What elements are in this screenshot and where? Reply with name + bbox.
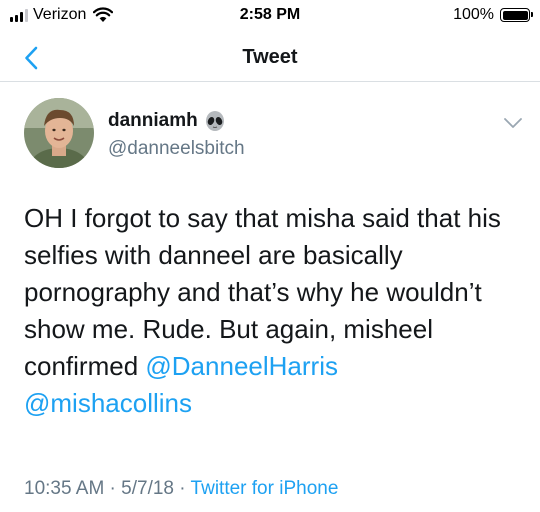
navigation-bar: Tweet (0, 34, 540, 82)
tweet-text: OH I forgot to say that misha said that … (24, 200, 529, 422)
tweet-header: danniamh @danneelsbitch (24, 98, 524, 178)
status-bar: Verizon 2:58 PM 100% (0, 0, 540, 34)
profile-photo (24, 98, 94, 168)
tweet-time: 10:35 AM (24, 478, 105, 499)
mention-link[interactable]: @DanneelHarris (145, 351, 338, 381)
page-title: Tweet (242, 46, 298, 68)
tweet-source-link[interactable]: Twitter for iPhone (191, 478, 339, 499)
tweet-date: 5/7/18 (121, 478, 174, 499)
status-right: 100% (453, 6, 533, 24)
chevron-down-icon[interactable] (502, 116, 524, 130)
meta-separator: · (104, 478, 122, 499)
meta-separator: · (174, 478, 191, 499)
user-handle[interactable]: @danneelsbitch (108, 138, 245, 160)
avatar[interactable] (24, 98, 94, 168)
battery-icon (500, 8, 533, 22)
tweet-meta: 10:35 AM · 5/7/18 · Twitter for iPhone (24, 478, 338, 500)
alien-face-icon (205, 111, 224, 131)
mention-link[interactable]: @mishacollins (24, 388, 192, 418)
battery-percent: 100% (453, 6, 494, 23)
display-name[interactable]: danniamh (108, 110, 198, 132)
display-name-row: danniamh (108, 110, 226, 132)
